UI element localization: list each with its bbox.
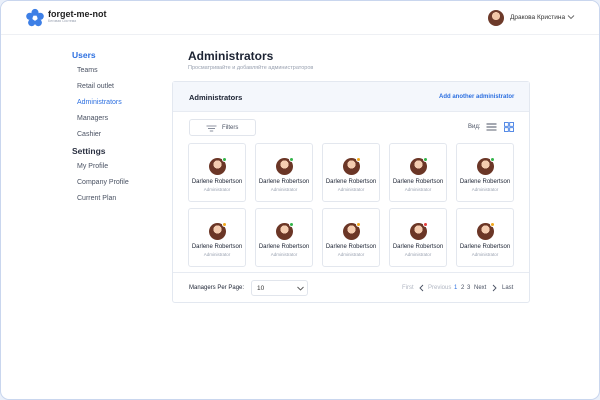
chevron-right-icon[interactable] bbox=[491, 284, 498, 292]
filters-button[interactable]: Filters bbox=[189, 119, 256, 136]
admin-card[interactable]: Darlene Robertson Administrator bbox=[322, 208, 380, 267]
admin-role: Administrator bbox=[337, 252, 365, 257]
sidebar-item-administrators[interactable]: Administrators bbox=[77, 99, 122, 106]
flower-logo-icon[interactable] bbox=[25, 8, 45, 28]
view-label: Вид: bbox=[468, 124, 481, 130]
pagination-page-3[interactable]: 3 bbox=[467, 285, 470, 291]
filters-label: Filters bbox=[222, 125, 239, 131]
admin-card[interactable]: Darlene Robertson Administrator bbox=[188, 208, 246, 267]
admin-card[interactable]: Darlene Robertson Administrator bbox=[255, 208, 313, 267]
admin-name: Darlene Robertson bbox=[325, 244, 377, 250]
filter-icon bbox=[206, 125, 217, 132]
pagination-last[interactable]: Last bbox=[502, 285, 513, 291]
grid-view-icon[interactable] bbox=[504, 122, 514, 132]
admin-name: Darlene Robertson bbox=[392, 179, 444, 185]
admin-role: Administrator bbox=[471, 252, 499, 257]
admin-card[interactable]: Darlene Robertson Administrator bbox=[188, 143, 246, 202]
status-dot bbox=[423, 157, 428, 162]
sidebar-item-current-plan[interactable]: Current Plan bbox=[77, 195, 116, 202]
admin-role: Administrator bbox=[337, 187, 365, 192]
status-dot bbox=[356, 157, 361, 162]
admin-role: Administrator bbox=[471, 187, 499, 192]
admin-role: Administrator bbox=[404, 187, 432, 192]
sidebar-item-teams[interactable]: Teams bbox=[77, 67, 98, 74]
sidebar-item-my-profile[interactable]: My Profile bbox=[77, 163, 108, 170]
admin-name: Darlene Robertson bbox=[191, 179, 243, 185]
admin-role: Administrator bbox=[270, 187, 298, 192]
page-subtitle: Просматривайте и добавляйте администрато… bbox=[188, 65, 314, 71]
admin-role: Administrator bbox=[203, 252, 231, 257]
admin-card[interactable]: Darlene Robertson Administrator bbox=[456, 208, 514, 267]
status-dot bbox=[289, 157, 294, 162]
admin-card[interactable]: Darlene Robertson Administrator bbox=[456, 143, 514, 202]
admin-role: Administrator bbox=[203, 187, 231, 192]
chevron-left-icon[interactable] bbox=[418, 284, 425, 292]
status-dot bbox=[490, 222, 495, 227]
status-dot bbox=[222, 157, 227, 162]
brand-subtitle: Беговая Система bbox=[48, 19, 77, 23]
admin-name: Darlene Robertson bbox=[459, 179, 511, 185]
brand-name: forget-me-not bbox=[48, 9, 107, 19]
panel-title: Administrators bbox=[189, 93, 243, 102]
admin-name: Darlene Robertson bbox=[392, 244, 444, 250]
panel-header: Administrators Add another administrator bbox=[173, 82, 529, 112]
administrators-panel: Administrators Add another administrator… bbox=[172, 81, 530, 303]
page-title: Administrators bbox=[188, 49, 274, 63]
admin-name: Darlene Robertson bbox=[258, 179, 310, 185]
admin-name: Darlene Robertson bbox=[191, 244, 243, 250]
admin-role: Administrator bbox=[404, 252, 432, 257]
app-window: forget-me-not Беговая Система Дракова Кр… bbox=[0, 0, 600, 400]
user-name[interactable]: Дракова Кристина bbox=[510, 14, 565, 21]
add-administrator-link[interactable]: Add another administrator bbox=[439, 94, 514, 100]
pagination-page-1[interactable]: 1 bbox=[454, 285, 457, 291]
status-dot bbox=[490, 157, 495, 162]
admin-card[interactable]: Darlene Robertson Administrator bbox=[255, 143, 313, 202]
sidebar-item-company-profile[interactable]: Company Profile bbox=[77, 179, 129, 186]
sidebar-group-users[interactable]: Users bbox=[72, 50, 96, 60]
list-view-icon[interactable] bbox=[486, 122, 497, 132]
chevron-down-icon bbox=[297, 286, 304, 291]
pagination-first[interactable]: First bbox=[402, 285, 414, 291]
top-bar: forget-me-not Беговая Система Дракова Кр… bbox=[1, 1, 599, 35]
admin-name: Darlene Robertson bbox=[325, 179, 377, 185]
sidebar-item-managers[interactable]: Managers bbox=[77, 115, 108, 122]
admin-name: Darlene Robertson bbox=[258, 244, 310, 250]
per-page-value: 10 bbox=[257, 285, 265, 292]
pagination-next[interactable]: Next bbox=[474, 285, 486, 291]
admin-card[interactable]: Darlene Robertson Administrator bbox=[389, 208, 447, 267]
pagination-previous[interactable]: Previous bbox=[428, 285, 451, 291]
sidebar-item-cashier[interactable]: Cashier bbox=[77, 131, 101, 138]
sidebar-group-settings[interactable]: Settings bbox=[72, 146, 106, 156]
chevron-down-icon[interactable] bbox=[566, 12, 576, 22]
sidebar-item-retail-outlet[interactable]: Retail outlet bbox=[77, 83, 114, 90]
admin-card[interactable]: Darlene Robertson Administrator bbox=[389, 143, 447, 202]
per-page-label: Managers Per Page: bbox=[189, 285, 245, 291]
admin-role: Administrator bbox=[270, 252, 298, 257]
admin-card[interactable]: Darlene Robertson Administrator bbox=[322, 143, 380, 202]
per-page-select[interactable]: 10 bbox=[251, 280, 308, 296]
avatar[interactable] bbox=[488, 10, 504, 26]
status-dot bbox=[222, 222, 227, 227]
status-dot bbox=[289, 222, 294, 227]
admin-name: Darlene Robertson bbox=[459, 244, 511, 250]
panel-footer-divider bbox=[173, 272, 529, 273]
status-dot bbox=[423, 222, 428, 227]
status-dot bbox=[356, 222, 361, 227]
pagination-page-2[interactable]: 2 bbox=[461, 285, 464, 291]
